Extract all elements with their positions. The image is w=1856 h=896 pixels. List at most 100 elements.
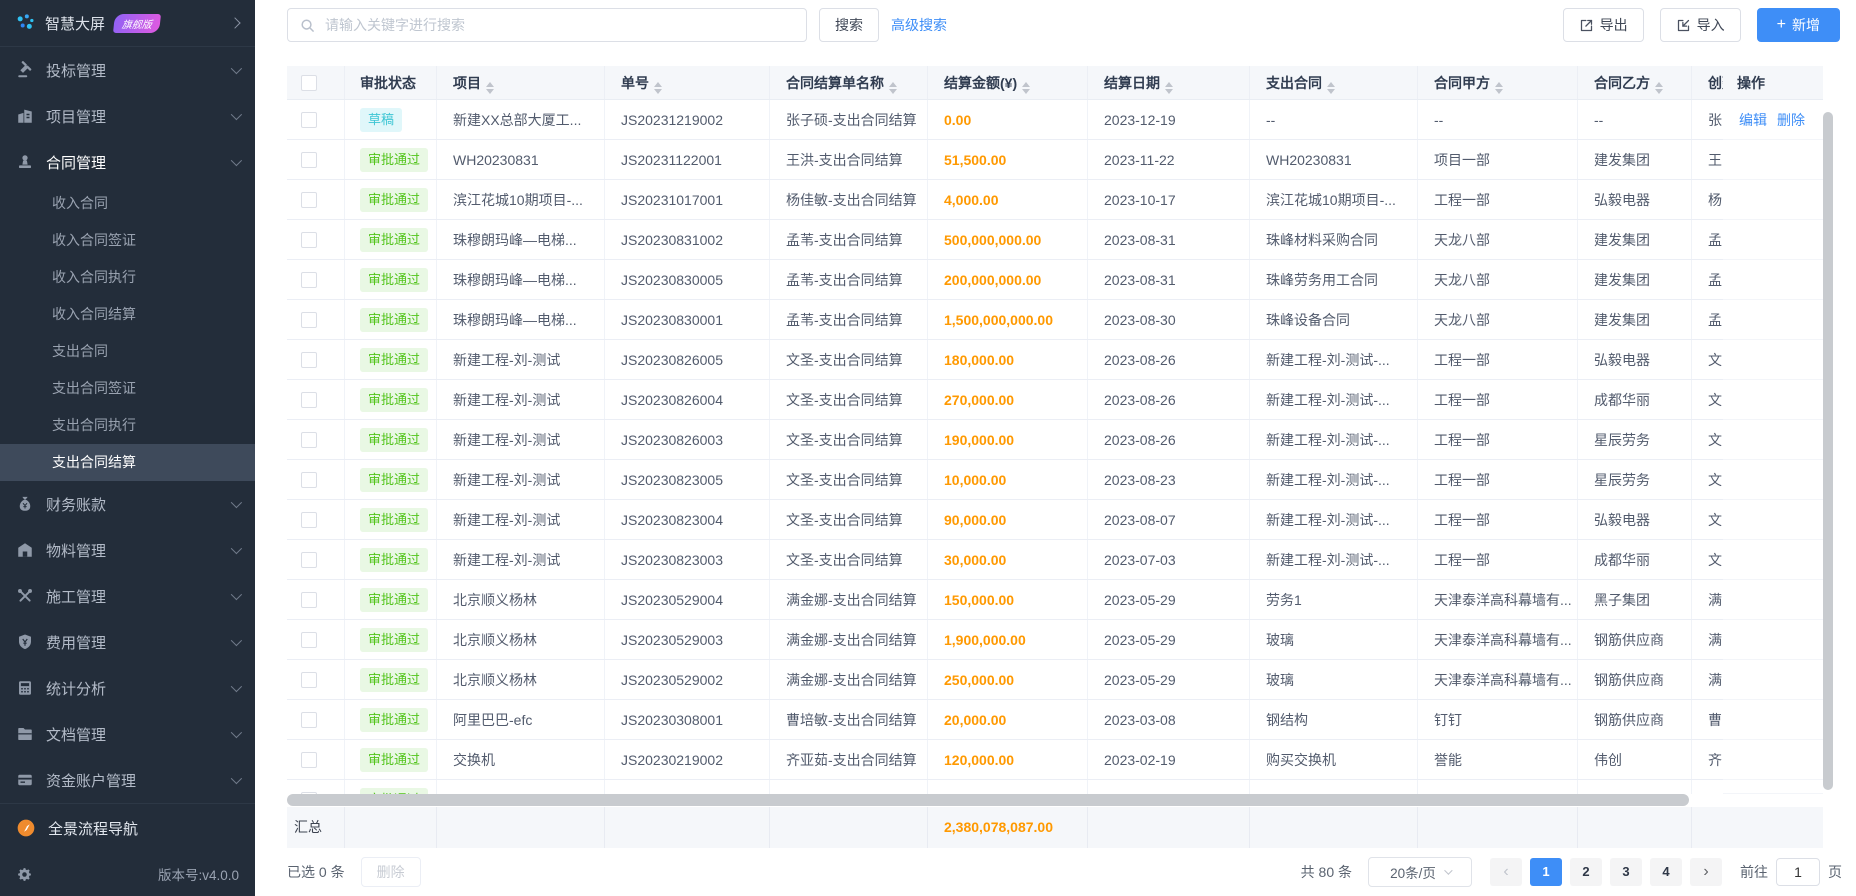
cell — [1418, 780, 1578, 794]
sort-icon[interactable] — [654, 82, 662, 94]
sidebar-subitem-1[interactable]: 收入合同签证 — [0, 222, 255, 259]
select-all-checkbox[interactable] — [301, 74, 317, 91]
sidebar-subitem-6[interactable]: 支出合同执行 — [0, 407, 255, 444]
row-checkbox[interactable] — [301, 311, 317, 328]
row-checkbox-cell — [287, 340, 345, 379]
column-header-9[interactable]: 合同乙方 — [1578, 66, 1692, 99]
date-cell: 2023-12-19 — [1088, 100, 1250, 139]
sidebar-item-2[interactable]: 合同管理 — [0, 139, 255, 185]
action-cell — [1723, 660, 1823, 700]
page-button-1[interactable]: 1 — [1530, 858, 1562, 886]
row-checkbox[interactable] — [301, 711, 317, 728]
sort-icon[interactable] — [889, 82, 897, 94]
sidebar-item-smart-screen[interactable]: 智慧大屏 旗舰版 — [0, 0, 255, 46]
row-checkbox[interactable] — [301, 191, 317, 208]
prev-page-button[interactable]: ‹ — [1490, 858, 1522, 886]
sidebar-subitem-2[interactable]: 收入合同执行 — [0, 259, 255, 296]
column-header-6[interactable]: 结算日期 — [1088, 66, 1250, 99]
vertical-scrollbar[interactable] — [1823, 112, 1833, 790]
edit-link[interactable]: 编辑 — [1739, 112, 1767, 128]
gear-icon[interactable] — [16, 866, 33, 883]
horizontal-scrollbar[interactable] — [287, 794, 1689, 806]
column-header-label: 单号 — [621, 75, 649, 91]
table-row: 审批通过 滨江花城10期项目-... JS20231017001 杨佳敏-支出合同结算… — [287, 180, 1823, 220]
row-checkbox[interactable] — [301, 151, 317, 168]
next-page-button[interactable]: › — [1690, 858, 1722, 886]
goto-page-input[interactable] — [1776, 858, 1820, 886]
party-a-cell: 工程一部 — [1418, 460, 1578, 499]
row-checkbox[interactable] — [301, 671, 317, 688]
row-checkbox[interactable] — [301, 471, 317, 488]
column-header-3[interactable]: 单号 — [605, 66, 770, 99]
row-checkbox[interactable] — [301, 431, 317, 448]
import-button[interactable]: 导入 — [1659, 8, 1741, 42]
contract-cell: 劳务1 — [1250, 580, 1418, 619]
sidebar-subitem-5[interactable]: 支出合同签证 — [0, 370, 255, 407]
sidebar-subitem-7[interactable]: 支出合同结算 — [0, 444, 255, 481]
sidebar-item-6[interactable]: 费用管理 — [0, 619, 255, 665]
sidebar-subitem-4[interactable]: 支出合同 — [0, 333, 255, 370]
column-header-2[interactable]: 项目 — [437, 66, 605, 99]
column-header-8[interactable]: 合同甲方 — [1418, 66, 1578, 99]
status-cell: 草稿 — [345, 100, 437, 139]
party-a-cell: 工程一部 — [1418, 540, 1578, 579]
summary-cell — [1418, 807, 1578, 848]
sidebar-item-8[interactable]: 文档管理 — [0, 711, 255, 757]
sidebar-item-5[interactable]: 施工管理 — [0, 573, 255, 619]
sort-icon[interactable] — [1165, 82, 1173, 94]
page-size-select[interactable]: 20条/页 — [1368, 857, 1472, 887]
page-button-4[interactable]: 4 — [1650, 858, 1682, 886]
row-checkbox[interactable] — [301, 631, 317, 648]
sidebar-item-4[interactable]: 物料管理 — [0, 527, 255, 573]
page-button-3[interactable]: 3 — [1610, 858, 1642, 886]
row-checkbox[interactable] — [301, 391, 317, 408]
column-header-4[interactable]: 合同结算单名称 — [770, 66, 928, 99]
name-cell: 满金娜-支出合同结算 — [770, 660, 928, 699]
sidebar-item-9[interactable]: 资金账户管理 — [0, 757, 255, 803]
chevron-down-icon — [230, 496, 243, 509]
row-checkbox[interactable] — [301, 231, 317, 248]
row-checkbox[interactable] — [301, 271, 317, 288]
table-row: 审批通过 北京顺义杨林 JS20230529003 满金娜-支出合同结算 1,900,0… — [287, 620, 1823, 660]
sort-desc-caret — [1655, 89, 1663, 94]
row-checkbox[interactable] — [301, 351, 317, 368]
party-b-cell: 星辰劳务 — [1578, 420, 1692, 459]
row-checkbox[interactable] — [301, 591, 317, 608]
status-cell: 审批通过 — [345, 180, 437, 219]
order-no-cell: JS20230826004 — [605, 380, 770, 419]
sidebar-item-panorama-nav[interactable]: 全景流程导航 — [0, 804, 255, 852]
sidebar-item-0[interactable]: 投标管理 — [0, 47, 255, 93]
name-cell: 文圣-支出合同结算 — [770, 460, 928, 499]
advanced-search-link[interactable]: 高级搜索 — [891, 15, 947, 35]
sort-desc-caret — [654, 89, 662, 94]
sidebar-item-label: 财务账款 — [46, 496, 107, 514]
delete-link[interactable]: 删除 — [1777, 112, 1805, 128]
sort-icon[interactable] — [1327, 82, 1335, 94]
page-button-2[interactable]: 2 — [1570, 858, 1602, 886]
sidebar-item-7[interactable]: 统计分析 — [0, 665, 255, 711]
summary-cell — [605, 807, 770, 848]
sidebar-subitem-0[interactable]: 收入合同 — [0, 185, 255, 222]
column-header-5[interactable]: 结算金额(¥) — [928, 66, 1088, 99]
row-checkbox[interactable] — [301, 111, 317, 128]
row-checkbox[interactable] — [301, 751, 317, 768]
sidebar-item-1[interactable]: 项目管理 — [0, 93, 255, 139]
order-no-cell: JS20231219002 — [605, 100, 770, 139]
date-cell: 2023-08-26 — [1088, 380, 1250, 419]
sidebar-item-3[interactable]: 财务账款 — [0, 481, 255, 527]
row-checkbox[interactable] — [301, 551, 317, 568]
sidebar: 智慧大屏 旗舰版 投标管理 项目管理 合同管理 收入合同 收入合同签证 收入合同执行 收入合… — [0, 0, 255, 896]
sort-icon[interactable] — [1655, 82, 1663, 94]
search-input[interactable] — [323, 16, 794, 34]
sort-icon[interactable] — [1495, 82, 1503, 94]
column-header-7[interactable]: 支出合同 — [1250, 66, 1418, 99]
row-checkbox[interactable] — [301, 511, 317, 528]
sort-icon[interactable] — [1022, 82, 1031, 94]
delete-button[interactable]: 删除 — [360, 857, 421, 887]
add-button[interactable]: + 新增 — [1756, 8, 1840, 42]
export-button[interactable]: 导出 — [1562, 8, 1644, 42]
party-b-cell: 星辰劳务 — [1578, 460, 1692, 499]
sidebar-subitem-3[interactable]: 收入合同结算 — [0, 296, 255, 333]
sort-icon[interactable] — [486, 82, 494, 94]
search-button[interactable]: 搜索 — [819, 8, 879, 42]
